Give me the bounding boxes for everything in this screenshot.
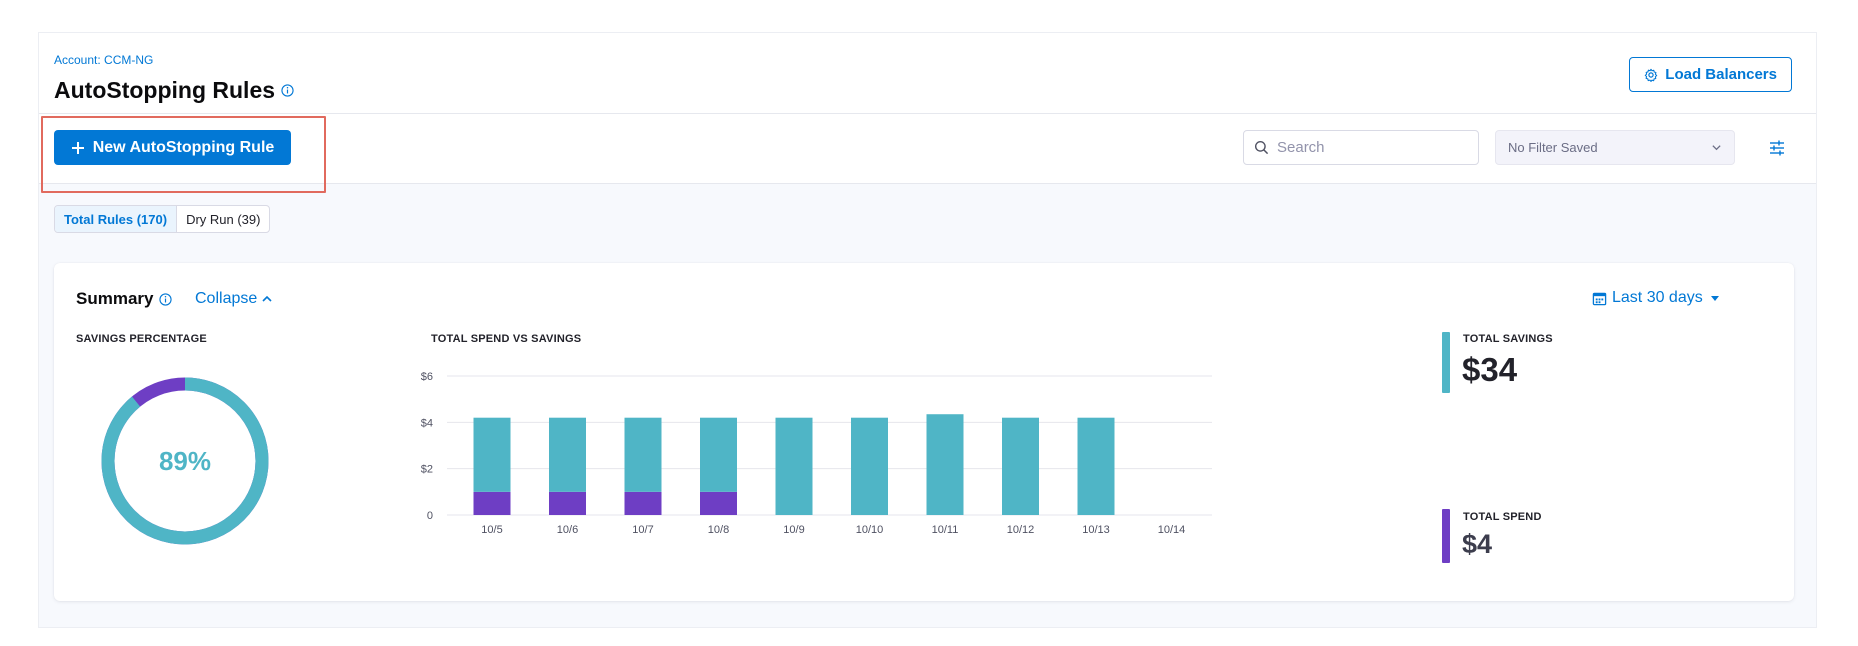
x-tick-label: 10/11 (932, 524, 959, 536)
bar-segment (700, 417, 737, 492)
breadcrumb[interactable]: Account: CCM-NG (54, 53, 153, 67)
collapse-label: Collapse (195, 290, 258, 307)
x-tick-label: 10/8 (708, 524, 729, 536)
tab-dry-run[interactable]: Dry Run (39) (177, 206, 269, 232)
spend-vs-savings-chart: 0 $2 $4 $6 10/5 10/6 10/7 10/8 10/9 10/10 10/11 10/… (421, 371, 1212, 536)
y-tick-label: $6 (421, 371, 433, 383)
gear-icon (1645, 68, 1658, 82)
bar-segment (775, 417, 813, 515)
bar-segment (549, 417, 586, 492)
bar-segment (624, 417, 662, 492)
toolbar: New AutoStopping Rule No Filter Saved (39, 114, 1816, 193)
x-tick-label: 10/5 (481, 524, 502, 536)
collapse-link[interactable]: Collapse (195, 290, 273, 308)
bar-segment (1077, 417, 1115, 515)
savings-percentage-label: SAVINGS PERCENTAGE (76, 333, 207, 345)
caret-down-icon (1710, 296, 1719, 301)
summary-title: Summary (76, 289, 173, 309)
search-icon (1254, 140, 1269, 155)
bar-segment (851, 417, 888, 515)
rule-tabs: Total Rules (170) Dry Run (39) (54, 205, 271, 233)
total-savings-bar (1442, 332, 1450, 393)
new-rule-label: New AutoStopping Rule (92, 138, 275, 156)
load-balancers-label: Load Balancers (1665, 66, 1777, 83)
saved-filter-select[interactable]: No Filter Saved (1495, 130, 1735, 165)
spend-vs-savings-label: TOTAL SPEND VS SAVINGS (431, 333, 582, 345)
x-tick-label: 10/6 (557, 524, 578, 536)
load-balancers-button[interactable]: Load Balancers (1629, 57, 1792, 92)
page-title-text: AutoStopping Rules (54, 77, 276, 103)
x-tick-label: 10/12 (1007, 524, 1035, 536)
sliders-icon[interactable] (1767, 138, 1787, 158)
total-savings-value: $34 (1462, 351, 1518, 388)
date-range-label: Last 30 days (1612, 289, 1703, 306)
summary-card: Summary Collapse Last 30 days SAVINGS PE… (54, 263, 1794, 601)
total-savings-label: TOTAL SAVINGS (1463, 333, 1553, 345)
x-tick-label: 10/9 (783, 524, 804, 536)
summary-title-text: Summary (76, 289, 154, 308)
bar-segment (1002, 417, 1039, 515)
info-icon[interactable] (281, 84, 294, 97)
bar-segment (700, 491, 737, 515)
chevron-down-icon (1712, 145, 1721, 151)
x-tick-label: 10/10 (856, 524, 884, 536)
search-input[interactable] (1277, 139, 1467, 156)
bar-segment (549, 491, 586, 515)
chevron-up-icon (262, 295, 272, 302)
info-icon[interactable] (159, 292, 173, 306)
calendar-icon (1592, 292, 1607, 305)
x-tick-label: 10/7 (632, 524, 653, 536)
tab-total-rules[interactable]: Total Rules (170) (55, 206, 178, 232)
savings-percentage-value: 89% (158, 445, 212, 476)
total-spend-value: $4 (1462, 529, 1493, 559)
y-tick-label: $4 (421, 417, 433, 429)
plus-icon (71, 141, 84, 154)
bar-segment (926, 414, 964, 515)
y-tick-label: 0 (427, 510, 433, 522)
date-range-picker[interactable]: Last 30 days (1592, 289, 1722, 307)
bar-segment (473, 491, 511, 515)
bar-segment (624, 491, 662, 515)
x-tick-label: 10/14 (1158, 524, 1186, 536)
total-spend-bar (1442, 509, 1450, 563)
bar-segment (473, 417, 511, 492)
savings-donut: 89% (99, 375, 271, 547)
app-window: Account: CCM-NG AutoStopping Rules Load … (38, 32, 1817, 628)
new-autostopping-rule-button[interactable]: New AutoStopping Rule (54, 130, 291, 165)
y-tick-label: $2 (421, 464, 433, 476)
page-title: AutoStopping Rules (54, 77, 294, 104)
saved-filter-value: No Filter Saved (1508, 140, 1598, 155)
search-box[interactable] (1243, 130, 1479, 165)
x-tick-label: 10/13 (1082, 524, 1110, 536)
total-spend-label: TOTAL SPEND (1463, 511, 1542, 523)
page-header: Account: CCM-NG AutoStopping Rules Load … (39, 33, 1816, 114)
